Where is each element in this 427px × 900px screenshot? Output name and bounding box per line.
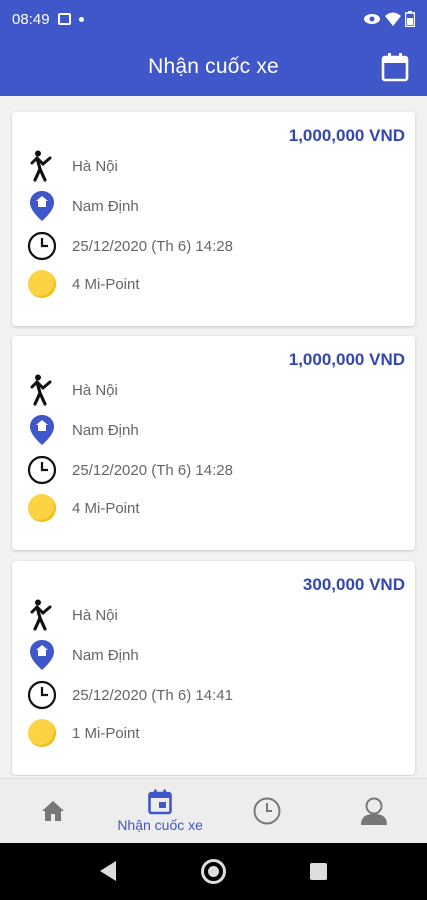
app-bar: Nhận cuốc xe: [0, 38, 427, 96]
destination-location: Nam Định: [72, 646, 139, 664]
ride-price: 1,000,000 VND: [288, 126, 405, 145]
ride-price: 1,000,000 VND: [288, 350, 405, 369]
nav-history[interactable]: [214, 779, 321, 843]
nav-profile[interactable]: [320, 779, 427, 843]
destination-location: Nam Định: [72, 421, 139, 439]
eye-icon: [364, 14, 380, 24]
image-notification-icon: [57, 13, 71, 25]
location-pin-icon: [30, 191, 54, 221]
ride-datetime: 25/12/2020 (Th 6) 14:28: [72, 237, 233, 255]
destination-location: Nam Định: [72, 197, 139, 215]
pickup-location: Hà Nội: [72, 157, 118, 175]
ride-points: 4 Mi-Point: [72, 499, 140, 517]
home-icon: [42, 801, 65, 821]
clock-icon: [253, 797, 281, 825]
location-pin-icon: [30, 640, 54, 670]
status-time: 08:49: [12, 10, 50, 28]
clock-icon: [27, 680, 57, 710]
ride-card[interactable]: 300,000 VND Hà Nội Nam Định 25/12/2020 (…: [12, 561, 415, 775]
system-navigation-bar: [0, 843, 427, 900]
page-title: Nhận cuốc xe: [148, 55, 279, 78]
recent-apps-icon[interactable]: [310, 863, 327, 880]
coin-icon: [28, 494, 56, 522]
back-icon[interactable]: [100, 861, 116, 881]
nav-home[interactable]: [0, 779, 107, 843]
person-walking-icon: [30, 374, 52, 406]
ride-list[interactable]: 1,000,000 VND Hà Nội Nam Định 25/12/2020…: [0, 96, 427, 776]
home-circle-icon[interactable]: [201, 859, 226, 884]
status-bar: 08:49: [0, 0, 427, 38]
ride-points: 4 Mi-Point: [72, 275, 140, 293]
ride-datetime: 25/12/2020 (Th 6) 14:28: [72, 461, 233, 479]
bottom-nav: Nhận cuốc xe: [0, 778, 427, 843]
wifi-icon: [385, 12, 401, 26]
person-walking-icon: [30, 150, 52, 182]
battery-icon: [405, 11, 415, 27]
ride-card[interactable]: 1,000,000 VND Hà Nội Nam Định 25/12/2020…: [12, 112, 415, 326]
nav-ride-requests[interactable]: Nhận cuốc xe: [107, 779, 214, 843]
ride-card[interactable]: 1,000,000 VND Hà Nội Nam Định 25/12/2020…: [12, 336, 415, 550]
ride-datetime: 25/12/2020 (Th 6) 14:41: [72, 686, 233, 704]
person-walking-icon: [30, 599, 52, 631]
calendar-icon: [148, 789, 172, 815]
clock-icon: [27, 231, 57, 261]
coin-icon: [28, 270, 56, 298]
pickup-location: Hà Nội: [72, 381, 118, 399]
calendar-icon[interactable]: [381, 52, 409, 82]
ride-points: 1 Mi-Point: [72, 724, 140, 742]
notification-dot-icon: [78, 16, 84, 22]
user-icon: [360, 797, 387, 825]
pickup-location: Hà Nội: [72, 606, 118, 624]
clock-icon: [27, 455, 57, 485]
location-pin-icon: [30, 415, 54, 445]
ride-price: 300,000 VND: [302, 575, 405, 594]
nav-label-ride-requests: Nhận cuốc xe: [117, 817, 203, 833]
coin-icon: [28, 719, 56, 747]
